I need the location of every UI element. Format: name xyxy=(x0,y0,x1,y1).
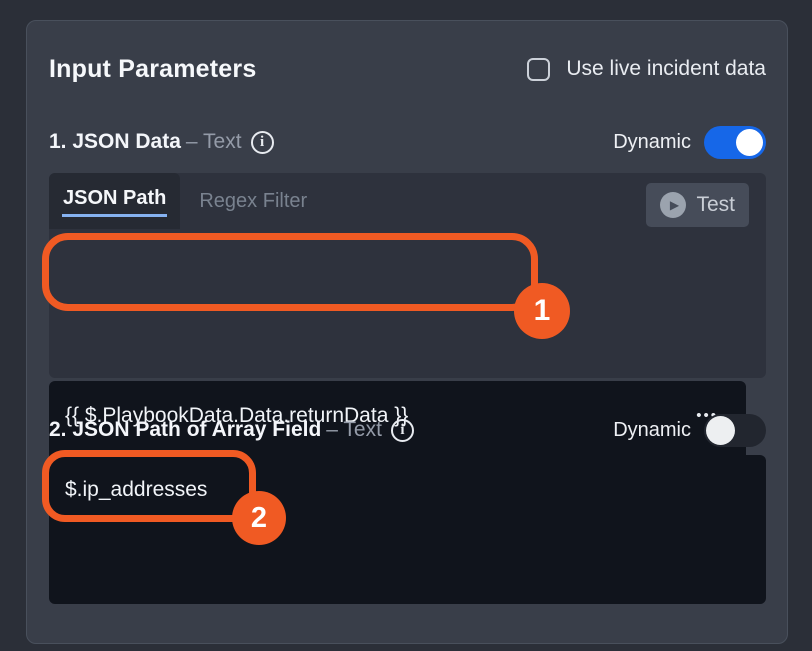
param-1-tabbar: JSON Path Regex Filter ▶ Test xyxy=(49,173,766,229)
panel-header: Input Parameters Use live incident data xyxy=(49,53,766,85)
test-button-label: Test xyxy=(696,193,735,217)
param-2-label: 2. JSON Path of Array Field – Text i xyxy=(49,418,414,442)
tab-json-path[interactable]: JSON Path xyxy=(49,173,180,229)
param-2-dynamic-toggle[interactable] xyxy=(704,414,766,447)
info-icon[interactable]: i xyxy=(251,131,274,154)
info-icon[interactable]: i xyxy=(391,419,414,442)
param-1-name: 1. JSON Data xyxy=(49,130,181,154)
param-2-value: $.ip_addresses xyxy=(65,478,207,502)
param-1-dynamic-toggle[interactable] xyxy=(704,126,766,159)
toggle-knob xyxy=(706,416,735,445)
panel-content: Input Parameters Use live incident data … xyxy=(49,21,766,643)
param-1-dynamic-label: Dynamic xyxy=(613,131,691,154)
param-1-dynamic-row: Dynamic xyxy=(613,126,766,159)
test-button[interactable]: ▶ Test xyxy=(646,183,749,227)
page-title: Input Parameters xyxy=(49,55,256,84)
param-1-header-row: 1. JSON Data – Text i Dynamic xyxy=(49,124,766,160)
param-1-field-group: JSON Path Regex Filter ▶ Test {{ $.Playb… xyxy=(49,173,766,378)
param-2-dynamic-row: Dynamic xyxy=(613,414,766,447)
param-2-type: – Text xyxy=(326,418,382,442)
param-1-type: – Text xyxy=(186,130,242,154)
toggle-knob xyxy=(736,129,763,156)
input-parameters-panel: Input Parameters Use live incident data … xyxy=(26,20,788,644)
param-2-value-field[interactable]: $.ip_addresses xyxy=(49,455,766,604)
use-live-incident-data-row: Use live incident data xyxy=(527,57,766,81)
param-2-dynamic-label: Dynamic xyxy=(613,419,691,442)
use-live-incident-data-checkbox[interactable] xyxy=(527,58,550,81)
param-2-header-row: 2. JSON Path of Array Field – Text i Dyn… xyxy=(49,412,766,448)
play-icon: ▶ xyxy=(660,192,686,218)
param-2-name: 2. JSON Path of Array Field xyxy=(49,418,321,442)
tab-regex-filter[interactable]: Regex Filter xyxy=(186,173,320,229)
use-live-incident-data-label: Use live incident data xyxy=(566,57,766,81)
param-1-label: 1. JSON Data – Text i xyxy=(49,130,274,154)
